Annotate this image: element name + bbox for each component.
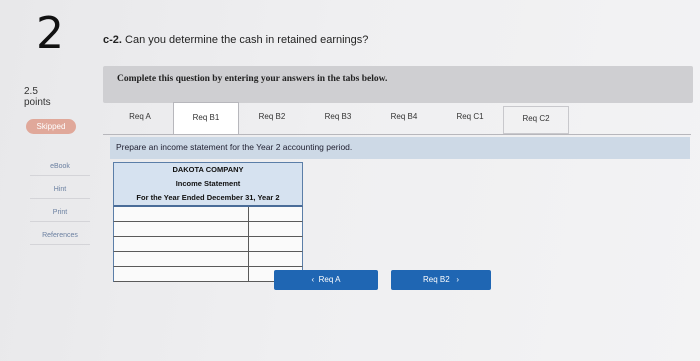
tab-req-b4[interactable]: Req B4 bbox=[371, 102, 437, 134]
prompt-bar: Prepare an income statement for the Year… bbox=[110, 137, 690, 159]
line-item-label-input[interactable] bbox=[114, 223, 248, 238]
line-item-label-input[interactable] bbox=[114, 268, 248, 283]
prev-button[interactable]: ‹ Req A bbox=[274, 270, 378, 290]
statement-period: For the Year Ended December 31, Year 2 bbox=[113, 191, 303, 207]
line-item-amount-input[interactable] bbox=[249, 208, 302, 223]
chevron-right-icon: › bbox=[456, 275, 460, 284]
ebook-link[interactable]: eBook bbox=[30, 158, 90, 176]
question-text: c-2. Can you determine the cash in retai… bbox=[103, 34, 368, 46]
table-row bbox=[113, 252, 303, 268]
print-link[interactable]: Print bbox=[30, 204, 90, 222]
line-item-amount-input[interactable] bbox=[249, 223, 302, 238]
table-row bbox=[113, 207, 303, 223]
status-badge: Skipped bbox=[26, 119, 76, 134]
tab-req-c1[interactable]: Req C1 bbox=[437, 102, 503, 134]
question-body: Can you determine the cash in retained e… bbox=[125, 34, 369, 46]
hint-link[interactable]: Hint bbox=[30, 181, 90, 199]
points-value: 2.5 bbox=[24, 86, 38, 97]
tab-bar: Req A Req B1 Req B2 Req B3 Req B4 Req C1… bbox=[103, 102, 691, 134]
statement-title: Income Statement bbox=[113, 177, 303, 191]
table-row bbox=[113, 237, 303, 253]
next-button[interactable]: Req B2 › bbox=[391, 270, 491, 290]
tab-req-a[interactable]: Req A bbox=[107, 102, 173, 134]
tab-req-b2[interactable]: Req B2 bbox=[239, 102, 305, 134]
tab-req-c2[interactable]: Req C2 bbox=[503, 106, 569, 134]
points-label: points bbox=[24, 97, 51, 108]
question-prefix: c-2. bbox=[103, 34, 122, 46]
line-item-label-input[interactable] bbox=[114, 238, 248, 253]
line-item-label-input[interactable] bbox=[114, 208, 248, 223]
table-row bbox=[113, 222, 303, 238]
question-number: 2 bbox=[36, 8, 64, 59]
side-links: eBook Hint Print References bbox=[30, 158, 92, 250]
prev-button-label: Req A bbox=[318, 275, 341, 284]
line-item-label-input[interactable] bbox=[114, 253, 248, 268]
line-item-amount-input[interactable] bbox=[249, 253, 302, 268]
tab-req-b3[interactable]: Req B3 bbox=[305, 102, 371, 134]
tab-divider bbox=[103, 134, 691, 135]
income-statement: DAKOTA COMPANY Income Statement For the … bbox=[113, 162, 303, 283]
instruction-panel: Complete this question by entering your … bbox=[103, 66, 693, 103]
line-item-amount-input[interactable] bbox=[249, 238, 302, 253]
company-name: DAKOTA COMPANY bbox=[113, 162, 303, 177]
instruction-text: Complete this question by entering your … bbox=[117, 74, 388, 84]
tab-req-b1[interactable]: Req B1 bbox=[173, 102, 239, 134]
chevron-left-icon: ‹ bbox=[311, 275, 315, 284]
prompt-text: Prepare an income statement for the Year… bbox=[116, 142, 353, 152]
next-button-label: Req B2 bbox=[422, 275, 450, 284]
points-info: 2.5 points bbox=[24, 86, 51, 108]
references-link[interactable]: References bbox=[30, 227, 90, 245]
